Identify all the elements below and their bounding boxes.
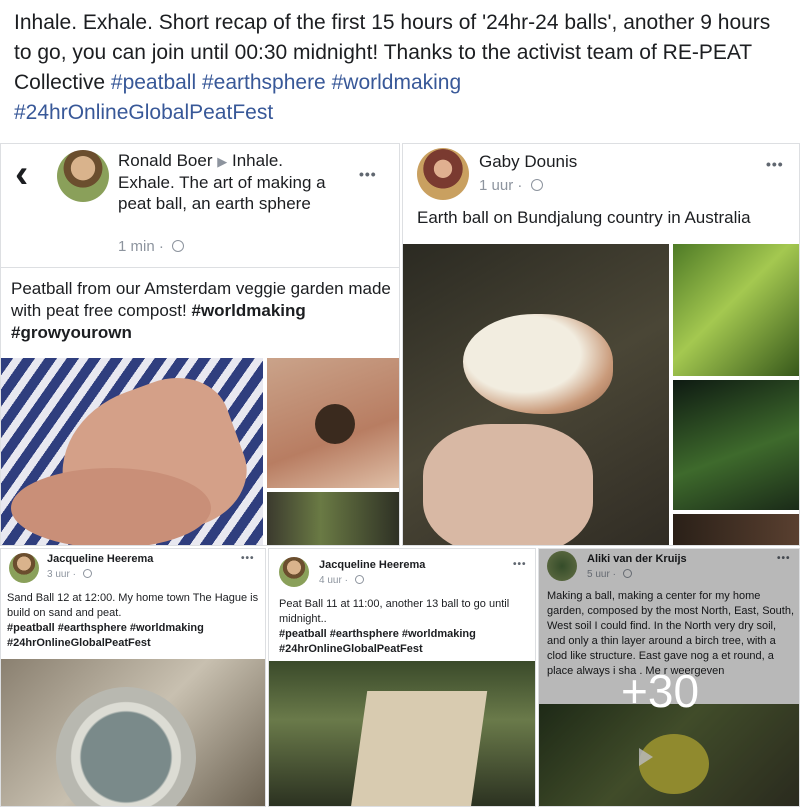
photo-seedlings[interactable] — [267, 492, 399, 545]
photo-ground[interactable] — [673, 514, 799, 545]
hashtag-link[interactable]: #earthsphere — [202, 71, 326, 94]
post-body: Earth ball on Bundjalung country in Aust… — [417, 208, 751, 227]
photo-shell-ball[interactable] — [403, 244, 669, 545]
hand-shape — [423, 424, 593, 545]
more-options-icon[interactable]: ••• — [513, 559, 527, 570]
post-card-jacqueline-sand[interactable]: Jacqueline Heerema 3 uur · ••• Sand Ball… — [0, 548, 266, 807]
back-icon[interactable]: ‹ — [15, 152, 28, 197]
hashtag-link[interactable]: #growyourown — [11, 323, 132, 342]
author-name[interactable]: Jacqueline Heerema — [47, 553, 153, 565]
photo-ball-in-hand[interactable] — [267, 358, 399, 488]
more-photos-count[interactable]: +30 — [621, 664, 699, 718]
post-timestamp: 1 min · — [118, 238, 185, 255]
post-timestamp: 1 uur · — [479, 177, 543, 194]
separator-dot: · — [72, 569, 76, 580]
hashtags[interactable]: #peatball #earthsphere #worldmaking #24h… — [279, 628, 476, 655]
post-body: Peat Ball 11 at 11:00, another 13 ball t… — [279, 597, 529, 657]
separator-dot: · — [158, 238, 164, 255]
share-arrow-icon: ▶ — [217, 154, 228, 169]
post-body: Sand Ball 12 at 12:00. My home town The … — [7, 591, 262, 651]
table-shape — [350, 691, 488, 806]
globe-icon — [354, 575, 364, 584]
avatar[interactable] — [417, 148, 469, 200]
time-label[interactable]: 3 uur — [47, 569, 70, 580]
post-header: Ronald Boer ▶ Inhale. Exhale. The art of… — [118, 150, 328, 214]
avatar[interactable] — [279, 557, 309, 587]
separator-dot: · — [517, 177, 523, 194]
photo-leaves[interactable] — [673, 380, 799, 510]
post-card-ronald[interactable]: ‹ Ronald Boer ▶ Inhale. Exhale. The art … — [0, 143, 400, 546]
bowl-shape — [56, 687, 196, 806]
author-name[interactable]: Gaby Dounis — [479, 152, 577, 172]
post-timestamp: 3 uur · — [47, 569, 92, 580]
globe-icon — [172, 240, 185, 252]
hashtag-link[interactable]: #worldmaking — [332, 71, 462, 94]
post-card-jacqueline-peat[interactable]: Jacqueline Heerema 4 uur · ••• Peat Ball… — [268, 548, 536, 807]
separator-dot: · — [344, 575, 348, 586]
globe-icon — [530, 179, 543, 191]
hand-shape — [11, 468, 211, 545]
post-card-aliki[interactable]: Aliki van der Kruijs 5 uur · ••• Making … — [538, 548, 800, 807]
time-label[interactable]: 1 min — [118, 238, 155, 255]
globe-icon — [82, 569, 92, 578]
photo-sand-ball[interactable] — [1, 659, 265, 806]
time-label[interactable]: 4 uur — [319, 575, 342, 586]
post-body: Peatball from our Amsterdam veggie garde… — [11, 278, 391, 344]
photo-plants[interactable] — [673, 244, 799, 376]
earth-ball-shape — [463, 314, 613, 414]
hashtag-link[interactable]: #24hrOnlineGlobalPeatFest — [14, 101, 273, 124]
author-name[interactable]: Jacqueline Heerema — [319, 559, 425, 571]
more-options-icon[interactable]: ••• — [241, 553, 255, 564]
peat-ball-shape — [315, 404, 355, 444]
more-options-icon[interactable]: ••• — [766, 156, 784, 172]
body-text: Peat Ball 11 at 11:00, another 13 ball t… — [279, 598, 510, 625]
avatar[interactable] — [57, 150, 109, 202]
hashtags[interactable]: #peatball #earthsphere #worldmaking #24h… — [7, 622, 204, 649]
body-text: Sand Ball 12 at 12:00. My home town The … — [7, 592, 259, 619]
avatar[interactable] — [9, 553, 39, 583]
hashtag-link[interactable]: #worldmaking — [192, 301, 306, 320]
photo-hands-peatball[interactable] — [1, 358, 263, 545]
post-card-gaby[interactable]: Gaby Dounis 1 uur · ••• Earth ball on Bu… — [402, 143, 800, 546]
post-timestamp: 4 uur · — [319, 575, 364, 586]
post-caption: Inhale. Exhale. Short recap of the first… — [14, 8, 790, 128]
photo-garden-table[interactable] — [269, 661, 535, 806]
more-options-icon[interactable]: ••• — [359, 166, 377, 182]
author-name[interactable]: Ronald Boer — [118, 151, 213, 170]
time-label[interactable]: 1 uur — [479, 177, 513, 194]
divider — [1, 267, 399, 268]
hashtag-link[interactable]: #peatball — [111, 71, 196, 94]
